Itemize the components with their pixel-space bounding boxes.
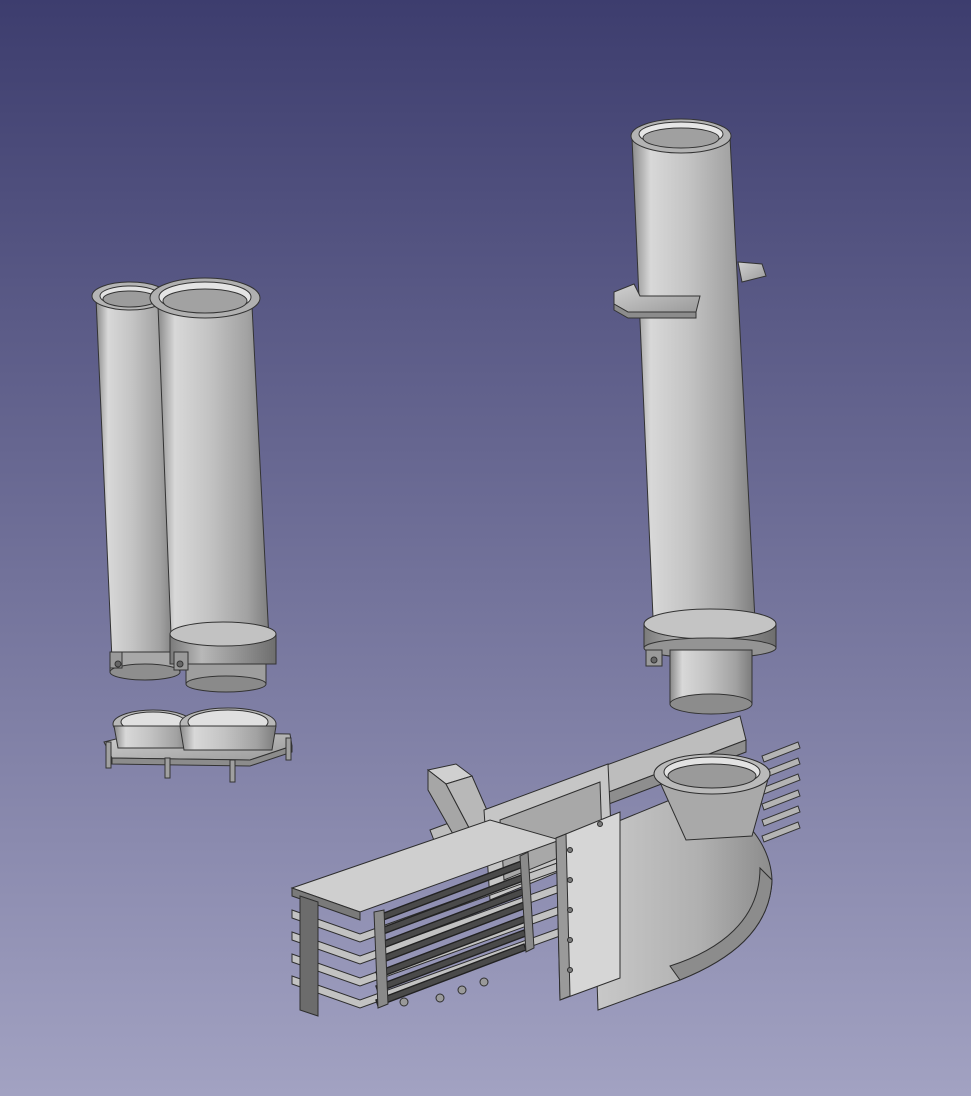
- model-scene[interactable]: [0, 0, 971, 1096]
- 3d-viewport[interactable]: [0, 0, 971, 1096]
- twin-short-pipes[interactable]: [91, 277, 277, 693]
